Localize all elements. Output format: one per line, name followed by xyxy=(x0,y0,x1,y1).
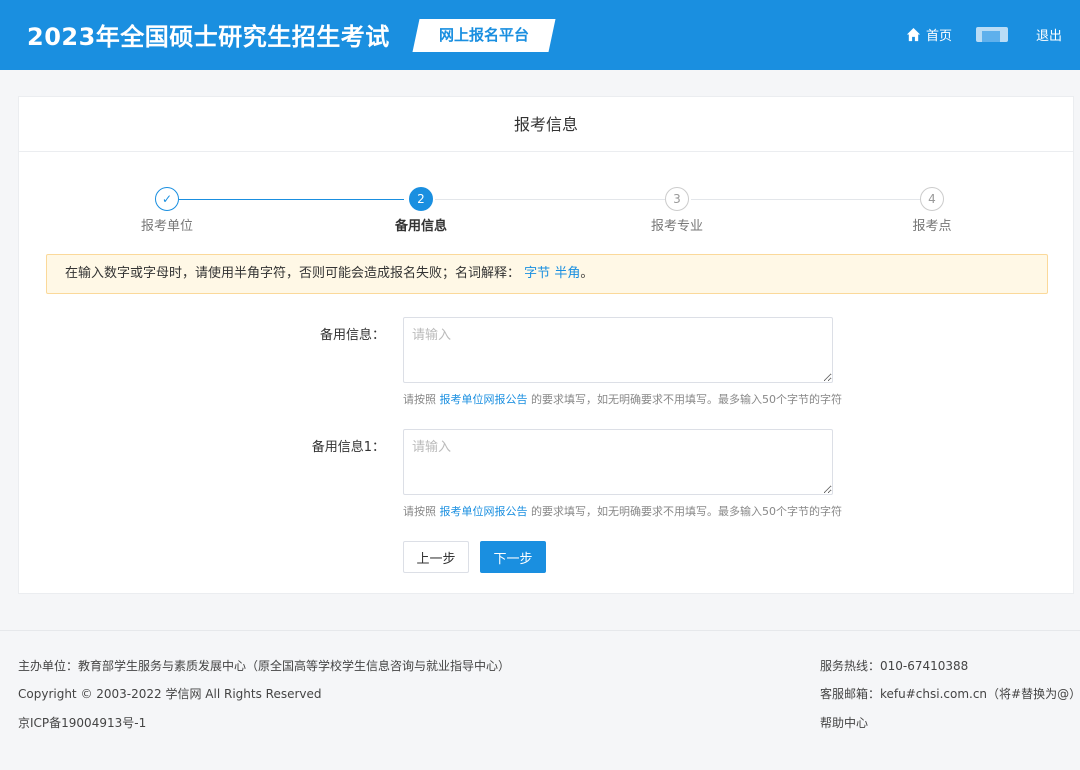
step-2: 2 备用信息 xyxy=(361,187,481,234)
home-link[interactable]: 首页 xyxy=(906,25,953,44)
footer-icp[interactable]: 京ICP备19004913号-1 xyxy=(18,714,146,731)
backup-info-label: 备用信息： xyxy=(319,328,385,343)
notice-link-halfwidth[interactable]: 半角 xyxy=(554,266,580,281)
step-4-label: 报考点 xyxy=(912,219,952,234)
footer-copyright: Copyright © 2003-2022 学信网 All Rights Res… xyxy=(18,687,322,701)
step-4-number: 4 xyxy=(920,187,944,211)
registration-card: 报考信息 ✓ 报考单位 2 备用信息 3 报考专业 4 报考点 在输入数字或字母… xyxy=(18,96,1074,594)
notice-text: 在输入数字或字母时，请使用半角字符，否则可能会造成报名失败；名词解释： xyxy=(65,266,521,281)
top-header: 2023年全国硕士研究生招生考试 网上报名平台 首页 退出 xyxy=(0,0,1080,70)
backup-info-1-input[interactable] xyxy=(403,429,833,495)
hint-prefix: 请按照 xyxy=(403,393,436,406)
page-footer: 主办单位：教育部学生服务与素质发展中心（原全国高等学校学生信息咨询与就业指导中心… xyxy=(0,630,1080,770)
notice-banner: 在输入数字或字母时，请使用半角字符，否则可能会造成报名失败；名词解释： 字节 半… xyxy=(46,254,1048,294)
backup-info-input[interactable] xyxy=(403,317,833,383)
footer-hotline: 服务热线：010-67410388 xyxy=(820,659,969,673)
platform-badge: 网上报名平台 xyxy=(412,19,556,52)
footer-email: 客服邮箱：kefu#chsi.com.cn（将#替换为@） xyxy=(820,687,1080,701)
step-1: ✓ 报考单位 xyxy=(107,187,227,234)
prev-step-button[interactable]: 上一步 xyxy=(403,541,469,573)
logout-link[interactable]: 退出 xyxy=(1036,25,1062,44)
step-3: 3 报考专业 xyxy=(617,187,737,234)
step-2-number: 2 xyxy=(409,187,433,211)
footer-sponsor: 主办单位：教育部学生服务与素质发展中心（原全国高等学校学生信息咨询与就业指导中心… xyxy=(18,659,511,673)
footer-help-link[interactable]: 帮助中心 xyxy=(820,714,868,731)
card-title: 报考信息 xyxy=(19,97,1073,152)
home-icon xyxy=(906,27,921,41)
hint-link-announcement[interactable]: 报考单位网报公告 xyxy=(440,393,528,406)
step-3-number: 3 xyxy=(665,187,689,211)
site-title: 2023年全国硕士研究生招生考试 xyxy=(27,23,390,51)
step-3-label: 报考专业 xyxy=(650,219,703,234)
hint-link-announcement[interactable]: 报考单位网报公告 xyxy=(440,505,528,518)
step-1-check-icon: ✓ xyxy=(155,187,179,211)
notice-link-byte[interactable]: 字节 xyxy=(524,266,550,281)
backup-info-hint: 请按照 报考单位网报公告 的要求填写，如无明确要求不用填写。最多输入50个字节的… xyxy=(403,391,842,407)
step-4: 4 报考点 xyxy=(872,187,992,234)
user-avatar[interactable] xyxy=(976,27,1008,42)
hint-prefix: 请按照 xyxy=(403,505,436,518)
step-2-label: 备用信息 xyxy=(394,219,447,234)
next-step-button[interactable]: 下一步 xyxy=(480,541,546,573)
step-1-label: 报考单位 xyxy=(140,219,193,234)
backup-info-1-hint: 请按照 报考单位网报公告 的要求填写，如无明确要求不用填写。最多输入50个字节的… xyxy=(403,503,842,519)
hint-suffix: 的要求填写，如无明确要求不用填写。最多输入50个字节的字符 xyxy=(531,393,842,406)
hint-suffix: 的要求填写，如无明确要求不用填写。最多输入50个字节的字符 xyxy=(531,505,842,518)
backup-info-1-label: 备用信息1： xyxy=(311,440,385,455)
platform-badge-label: 网上报名平台 xyxy=(438,26,529,44)
notice-end: 。 xyxy=(580,266,594,281)
progress-steps: ✓ 报考单位 2 备用信息 3 报考专业 4 报考点 xyxy=(19,185,1075,235)
home-link-label: 首页 xyxy=(926,28,953,44)
